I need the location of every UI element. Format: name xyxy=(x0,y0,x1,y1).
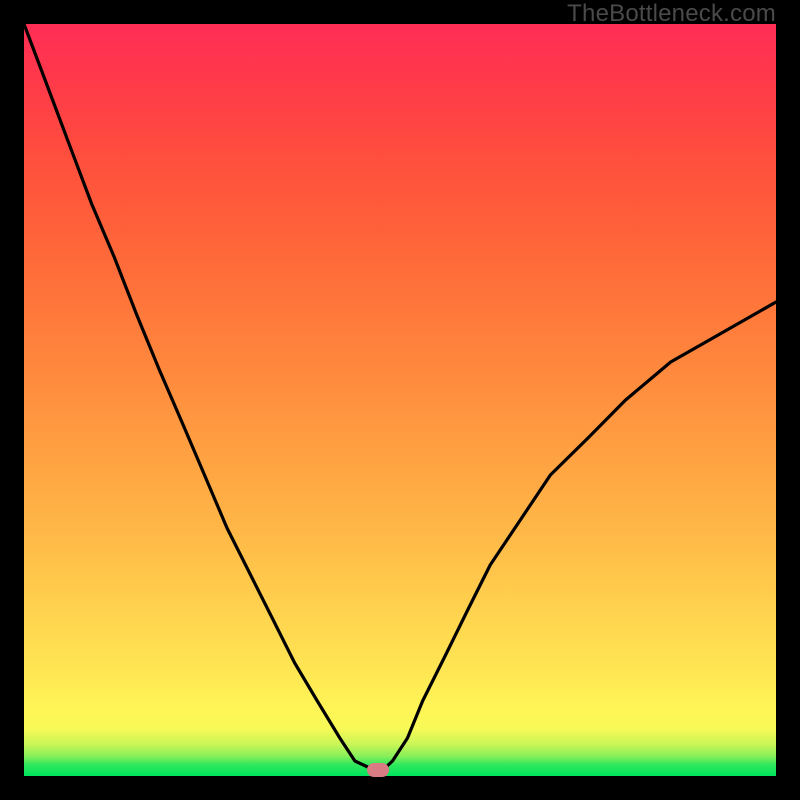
minimum-marker xyxy=(367,763,389,777)
bottleneck-curve xyxy=(24,24,776,776)
plot-frame xyxy=(24,24,776,776)
watermark-text: TheBottleneck.com xyxy=(567,0,776,28)
curve-path xyxy=(24,24,776,768)
